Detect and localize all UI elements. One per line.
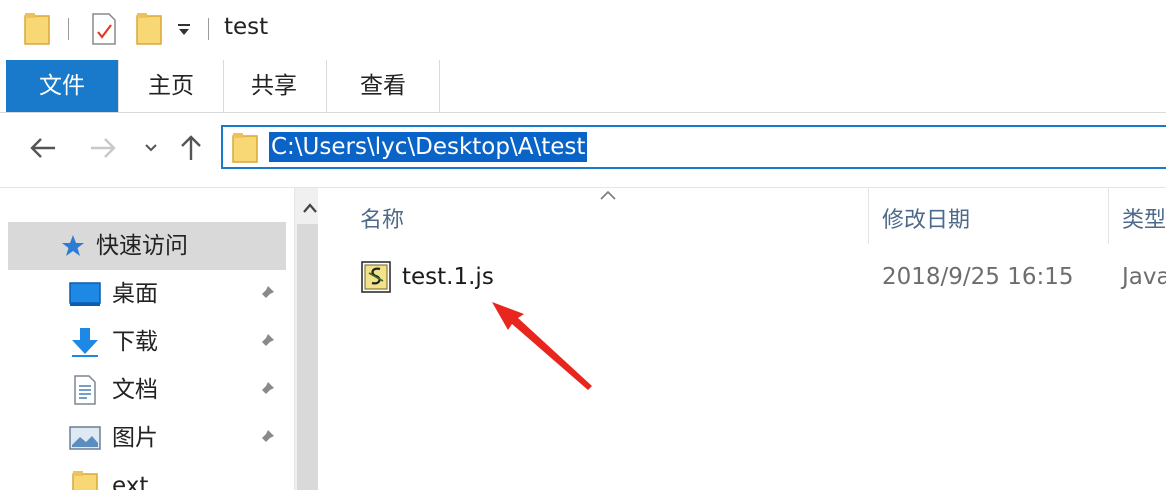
pin-icon[interactable] [256, 332, 276, 352]
sort-ascending-icon [600, 190, 616, 200]
folder-icon [232, 132, 258, 168]
separator [68, 18, 69, 40]
pin-icon[interactable] [256, 380, 276, 400]
explorer-window: test 文件 主页 共享 查看 C:\Users\lyc\Desktop\A\… [0, 0, 1166, 490]
folder-icon[interactable] [24, 12, 50, 46]
desktop-icon [68, 278, 102, 310]
navigation-bar: C:\Users\lyc\Desktop\A\test [0, 113, 1166, 188]
nav-item-documents[interactable]: 文档 [8, 366, 286, 414]
column-divider[interactable] [868, 188, 869, 244]
tab-share[interactable]: 共享 [222, 60, 326, 112]
address-path[interactable]: C:\Users\lyc\Desktop\A\test [269, 132, 588, 162]
pin-icon[interactable] [256, 428, 276, 448]
customize-dropdown-icon[interactable] [176, 22, 192, 41]
nav-item-label: 图片 [112, 425, 158, 451]
nav-item-label: 下载 [112, 329, 158, 355]
address-bar[interactable]: C:\Users\lyc\Desktop\A\test [221, 125, 1166, 169]
title-bar: test [0, 0, 1166, 60]
properties-icon[interactable] [91, 12, 117, 46]
nav-item-desktop[interactable]: 桌面 [8, 270, 286, 318]
back-arrow-icon[interactable] [26, 131, 60, 165]
folder-icon [68, 470, 102, 490]
separator [208, 18, 209, 40]
ribbon: 文件 主页 共享 查看 [0, 60, 1166, 113]
new-folder-icon[interactable] [136, 12, 162, 46]
file-name[interactable]: test.1.js [402, 264, 494, 290]
tab-view[interactable]: 查看 [326, 60, 440, 112]
nav-item-label: 文档 [112, 377, 158, 403]
file-modified-date: 2018/9/25 16:15 [882, 264, 1074, 290]
tab-file[interactable]: 文件 [6, 60, 118, 112]
up-arrow-icon[interactable] [174, 131, 208, 165]
annotation-arrow [492, 302, 592, 390]
file-type: Java [1122, 264, 1166, 290]
nav-item-pictures[interactable]: 图片 [8, 414, 286, 462]
window-title: test [224, 14, 269, 40]
js-file-icon [361, 261, 391, 293]
column-header-name[interactable]: 名称 [360, 202, 404, 234]
forward-arrow-icon[interactable] [86, 131, 120, 165]
tab-home[interactable]: 主页 [118, 60, 224, 112]
file-list: 名称 修改日期 类型 test.1.js 2018/9/25 16:15 Jav… [318, 188, 1166, 490]
nav-item-downloads[interactable]: 下载 [8, 318, 286, 366]
column-header-type[interactable]: 类型 [1122, 202, 1166, 234]
nav-item-ext[interactable]: ext [8, 462, 286, 490]
star-icon [56, 230, 90, 262]
column-header-modified[interactable]: 修改日期 [882, 202, 970, 234]
pin-icon[interactable] [256, 284, 276, 304]
navigation-pane: 快速访问 桌面 下载 文档 图片 ext [8, 188, 325, 490]
column-divider[interactable] [1108, 188, 1109, 244]
nav-item-quick-access[interactable]: 快速访问 [8, 222, 286, 270]
nav-item-label: ext [112, 473, 149, 490]
picture-icon [68, 422, 102, 454]
nav-item-label: 快速访问 [96, 233, 188, 259]
download-icon [68, 326, 102, 358]
recent-locations-chevron-icon[interactable] [134, 131, 168, 165]
document-icon [68, 374, 102, 406]
nav-item-label: 桌面 [112, 281, 158, 307]
